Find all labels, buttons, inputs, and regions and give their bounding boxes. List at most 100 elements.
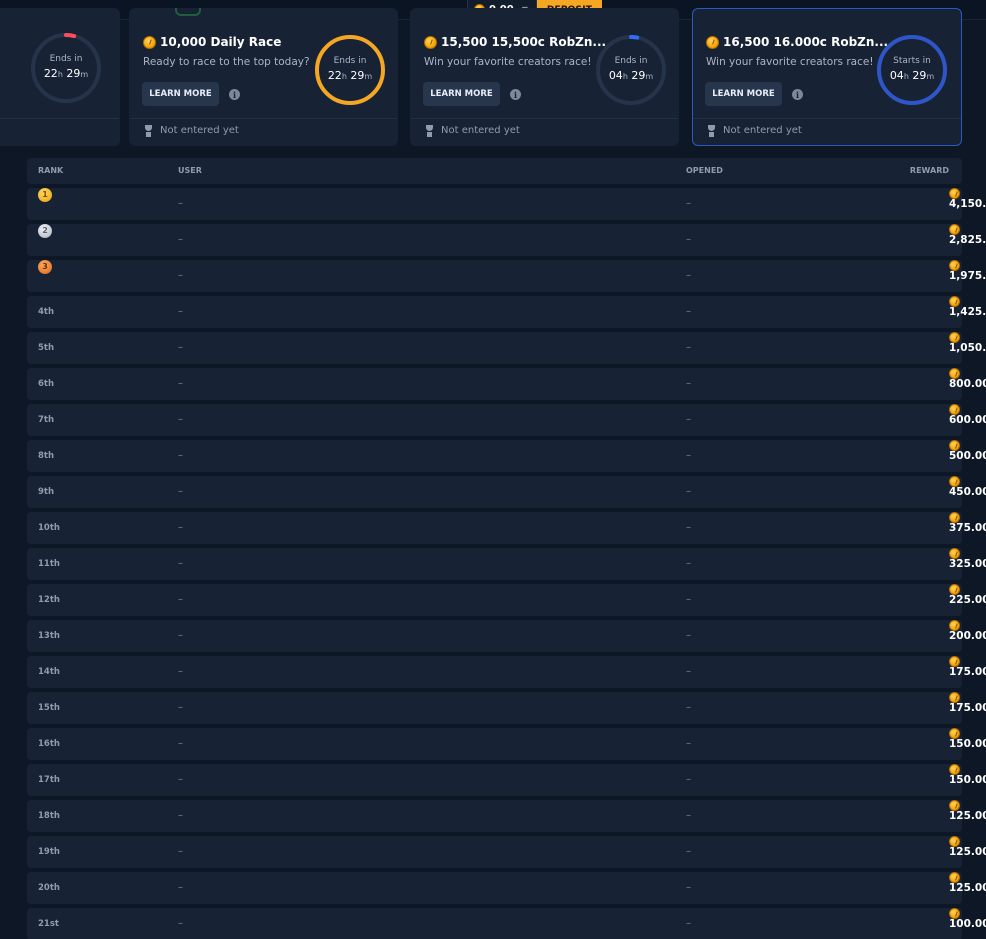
table-row: 5th – – 1,050.00 xyxy=(27,332,986,364)
user-cell: – xyxy=(178,450,183,461)
table-row: 8th – – 500.00 xyxy=(27,440,986,472)
coin-icon xyxy=(706,35,719,49)
opened-cell: – xyxy=(686,918,691,929)
card-divider xyxy=(0,118,119,119)
rank-cell: 5th xyxy=(38,343,55,353)
gold-medal-icon: 1 xyxy=(38,188,52,202)
race-subtitle: Win your favorite creators race! xyxy=(706,56,874,68)
race-card-upcoming[interactable]: 16,500 16.000c RobZn... Win your favorit… xyxy=(692,8,962,146)
reward-amount: 150.00 xyxy=(949,738,986,750)
opened-cell: – xyxy=(686,198,691,209)
learn-more-button[interactable]: LEARN MORE xyxy=(705,82,782,106)
opened-cell: – xyxy=(686,594,691,605)
rank-cell: 11th xyxy=(38,559,60,569)
table-row: 3 – – 1,975.00 xyxy=(27,260,986,292)
bronze-medal-icon: 3 xyxy=(38,260,52,274)
learn-more-button[interactable]: LEARN MORE xyxy=(142,82,219,106)
race-card-daily[interactable]: 10,000 Daily Race Ready to race to the t… xyxy=(129,8,398,146)
race-title: 10,000 Daily Race xyxy=(143,35,281,49)
user-cell: – xyxy=(178,342,183,353)
reward-amount: 4,150.00 xyxy=(949,198,986,210)
race-title: 15,500 15,500c RobZn... xyxy=(424,35,606,49)
opened-cell: – xyxy=(686,738,691,749)
user-cell: – xyxy=(178,918,183,929)
opened-cell: – xyxy=(686,522,691,533)
opened-cell: – xyxy=(686,630,691,641)
user-cell: – xyxy=(178,594,183,605)
rank-cell: 9th xyxy=(38,487,55,497)
user-cell: – xyxy=(178,810,183,821)
reward-amount: 200.00 xyxy=(949,630,986,642)
reward-amount: 325.00 xyxy=(949,558,986,570)
table-row: 14th – – 175.00 xyxy=(27,656,986,688)
race-subtitle: Win your favorite creators race! xyxy=(424,56,592,68)
countdown-label: Ends in xyxy=(614,56,648,66)
rank-cell: 20th xyxy=(38,883,60,893)
reward-amount: 800.00 xyxy=(949,378,986,390)
race-card-creator[interactable]: 15,500 15,500c RobZn... Win your favorit… xyxy=(410,8,679,146)
rank-cell: 14th xyxy=(38,667,60,677)
reward-amount: 125.00 xyxy=(949,882,986,894)
user-cell: – xyxy=(178,414,183,425)
reward-amount: 175.00 xyxy=(949,702,986,714)
rank-cell: 17th xyxy=(38,775,60,785)
reward-amount: 100.00 xyxy=(949,918,986,930)
table-row: 17th – – 150.00 xyxy=(27,764,986,796)
countdown-time: 22h 29m xyxy=(327,69,373,82)
reward-amount: 500.00 xyxy=(949,450,986,462)
opened-cell: – xyxy=(686,558,691,569)
race-card[interactable]: Ends in 22h 29m xyxy=(0,8,120,146)
reward-amount: 1,050.00 xyxy=(949,342,986,354)
trophy-icon xyxy=(424,125,435,137)
table-row: 16th – – 150.00 xyxy=(27,728,986,760)
reward-amount: 450.00 xyxy=(949,486,986,498)
rank-cell: 16th xyxy=(38,739,60,749)
reward-column-header: REWARD xyxy=(909,166,949,175)
reward-amount: 1,425.00 xyxy=(949,306,986,318)
opened-cell: – xyxy=(686,378,691,389)
user-cell: – xyxy=(178,234,183,245)
countdown-ring: Ends in 22h 29m xyxy=(29,31,103,105)
table-row: 12th – – 225.00 xyxy=(27,584,986,616)
opened-cell: – xyxy=(686,234,691,245)
user-cell: – xyxy=(178,882,183,893)
race-title: 16,500 16.000c RobZn... xyxy=(706,35,888,49)
countdown-label: Ends in xyxy=(49,54,83,64)
coin-icon xyxy=(424,35,437,49)
rank-cell: 18th xyxy=(38,811,60,821)
opened-cell: – xyxy=(686,882,691,893)
trophy-icon xyxy=(706,125,717,137)
reward-amount: 1,975.00 xyxy=(949,270,986,282)
reward-amount: 375.00 xyxy=(949,522,986,534)
trophy-icon xyxy=(143,125,154,137)
opened-cell: – xyxy=(686,846,691,857)
opened-cell: – xyxy=(686,702,691,713)
card-divider xyxy=(411,118,678,119)
rank-cell: 19th xyxy=(38,847,60,857)
table-row: 4th – – 1,425.00 xyxy=(27,296,986,328)
learn-more-button[interactable]: LEARN MORE xyxy=(423,82,500,106)
countdown-ring: Ends in 04h 29m xyxy=(594,33,668,107)
table-row: 15th – – 175.00 xyxy=(27,692,986,724)
rank-cell: 8th xyxy=(38,451,55,461)
rank-cell: 21st xyxy=(38,919,59,929)
opened-cell: – xyxy=(686,342,691,353)
info-icon[interactable]: i xyxy=(229,89,240,100)
reward-amount: 225.00 xyxy=(949,594,986,606)
entry-status: Not entered yet xyxy=(143,125,239,137)
opened-cell: – xyxy=(686,666,691,677)
info-icon[interactable]: i xyxy=(510,89,521,100)
opened-cell: – xyxy=(686,810,691,821)
info-icon[interactable]: i xyxy=(792,89,803,100)
user-cell: – xyxy=(178,738,183,749)
silver-medal-icon: 2 xyxy=(38,224,52,238)
table-row: 21st – – 100.00 xyxy=(27,908,986,939)
card-divider xyxy=(693,118,961,119)
user-cell: – xyxy=(178,630,183,641)
countdown-ring: Ends in 22h 29m xyxy=(313,33,387,107)
opened-cell: – xyxy=(686,486,691,497)
reward-amount: 175.00 xyxy=(949,666,986,678)
user-cell: – xyxy=(178,270,183,281)
countdown-time: 22h 29m xyxy=(43,67,89,80)
reward-amount: 2,825.00 xyxy=(949,234,986,246)
